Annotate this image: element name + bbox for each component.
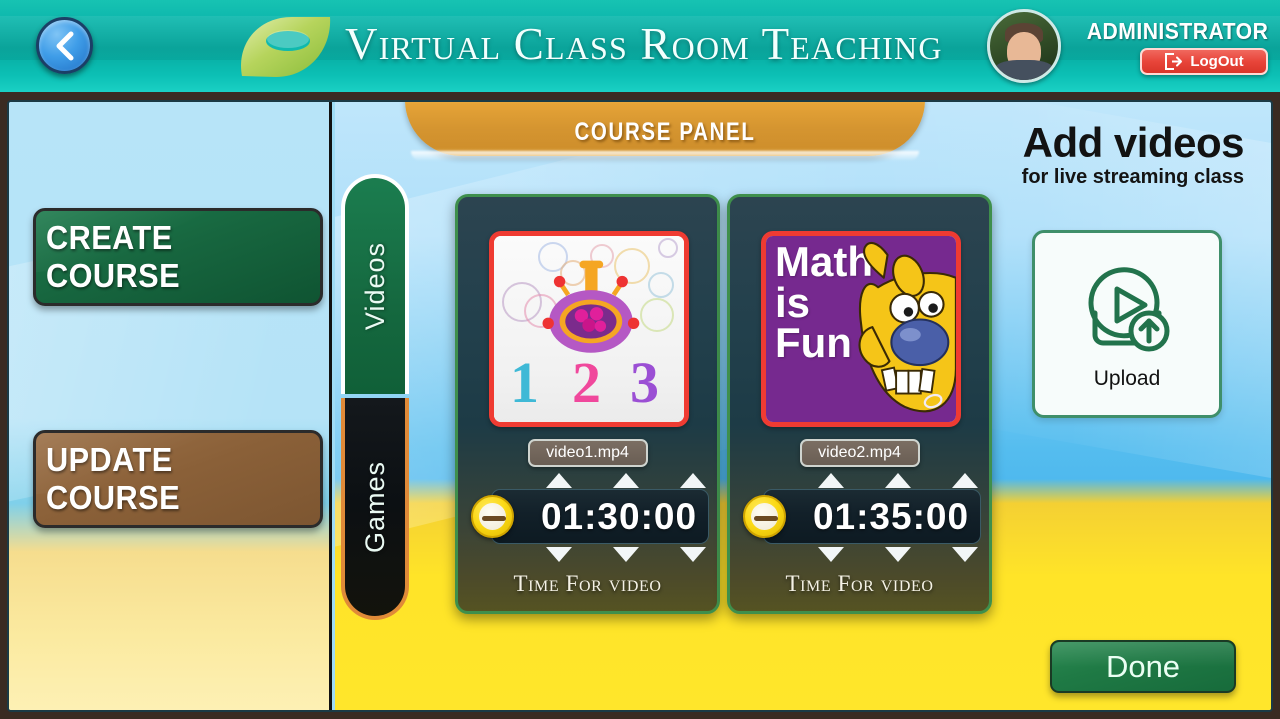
logout-button[interactable]: LogOut <box>1140 47 1268 75</box>
seconds-up-arrow[interactable] <box>952 473 978 488</box>
video-card[interactable]: 1 2 3 video1.mp4 01:30:00 Time For video <box>455 194 720 614</box>
tab-games[interactable]: Games <box>341 398 409 620</box>
update-course-button[interactable]: UPDATE COURSE <box>33 430 323 528</box>
done-label: Done <box>1105 648 1181 684</box>
logout-label: LogOut <box>1190 52 1244 70</box>
time-for-video-label: Time For video <box>785 571 934 596</box>
hours-down-arrow[interactable] <box>818 547 844 562</box>
minutes-down-arrow[interactable] <box>885 547 911 562</box>
time-control: 01:30:00 <box>471 489 709 544</box>
create-course-button[interactable]: CREATE COURSE <box>33 208 323 306</box>
time-decrease-arrows[interactable] <box>546 547 706 562</box>
hours-up-arrow[interactable] <box>546 473 572 488</box>
video-filename: video2.mp4 <box>799 439 920 467</box>
add-videos-subtitle: for live streaming class <box>1021 166 1244 188</box>
seconds-down-arrow[interactable] <box>952 547 978 562</box>
time-increase-arrows[interactable] <box>818 473 978 488</box>
left-sidebar: CREATE COURSE UPDATE COURSE <box>9 102 332 710</box>
admin-area: ADMINISTRATOR LogOut <box>986 4 1274 88</box>
clock-icon <box>743 495 786 538</box>
hours-down-arrow[interactable] <box>546 547 572 562</box>
clock-icon <box>471 495 514 538</box>
time-display[interactable]: 01:35:00 <box>763 489 981 544</box>
time-increase-arrows[interactable] <box>546 473 706 488</box>
video-thumbnail[interactable]: 1 2 3 <box>489 231 689 427</box>
page-title: Virtual Class Room Teaching <box>345 19 943 69</box>
done-button[interactable]: Done <box>1050 640 1236 693</box>
upload-label: Upload <box>1093 367 1161 390</box>
math-is-fun-dog-thumbnail: Math is Fun <box>766 236 956 422</box>
video-card[interactable]: Math is Fun video2.mp4 01:35:00 Time For… <box>727 194 992 614</box>
numbers-123-bubbles-thumbnail: 1 2 3 <box>494 236 684 422</box>
video-filename: video1.mp4 <box>527 439 648 467</box>
minutes-down-arrow[interactable] <box>613 547 639 562</box>
back-button[interactable] <box>36 17 93 74</box>
video-thumbnail[interactable]: Math is Fun <box>761 231 961 427</box>
time-display[interactable]: 01:30:00 <box>491 489 709 544</box>
tab-videos[interactable]: Videos <box>341 174 409 394</box>
time-for-video-label: Time For video <box>513 571 662 596</box>
upload-button[interactable]: Upload <box>1032 230 1222 418</box>
time-decrease-arrows[interactable] <box>818 547 978 562</box>
logout-arrow-icon <box>1165 52 1183 70</box>
seconds-down-arrow[interactable] <box>680 547 706 562</box>
window-body: CREATE COURSE UPDATE COURSE COURSE PANEL… <box>7 100 1273 712</box>
main-panel: COURSE PANEL Videos Games 1 2 3 video1.m… <box>335 102 1271 710</box>
create-course-label: CREATE COURSE <box>45 219 181 294</box>
time-value: 01:35:00 <box>812 495 970 537</box>
leaf-logo-icon <box>241 17 331 77</box>
video-upload-icon <box>1088 267 1170 352</box>
minutes-up-arrow[interactable] <box>613 473 639 488</box>
admin-name: ADMINISTRATOR <box>1086 17 1268 44</box>
app-root: Virtual Class Room Teaching ADMINISTRATO… <box>0 0 1280 719</box>
time-value: 01:30:00 <box>540 495 698 537</box>
avatar <box>986 9 1061 83</box>
seconds-up-arrow[interactable] <box>680 473 706 488</box>
hours-up-arrow[interactable] <box>818 473 844 488</box>
course-panel-title: COURSE PANEL <box>574 118 756 146</box>
update-course-label: UPDATE COURSE <box>45 441 181 516</box>
minutes-up-arrow[interactable] <box>885 473 911 488</box>
add-videos-title: Add videos <box>1022 119 1245 166</box>
course-panel-tab: COURSE PANEL <box>405 102 925 156</box>
app-header: Virtual Class Room Teaching ADMINISTRATO… <box>0 0 1280 92</box>
chevron-left-icon <box>56 31 73 60</box>
tab-games-label: Games <box>359 460 390 554</box>
time-control: 01:35:00 <box>743 489 981 544</box>
tab-videos-label: Videos <box>359 241 390 331</box>
